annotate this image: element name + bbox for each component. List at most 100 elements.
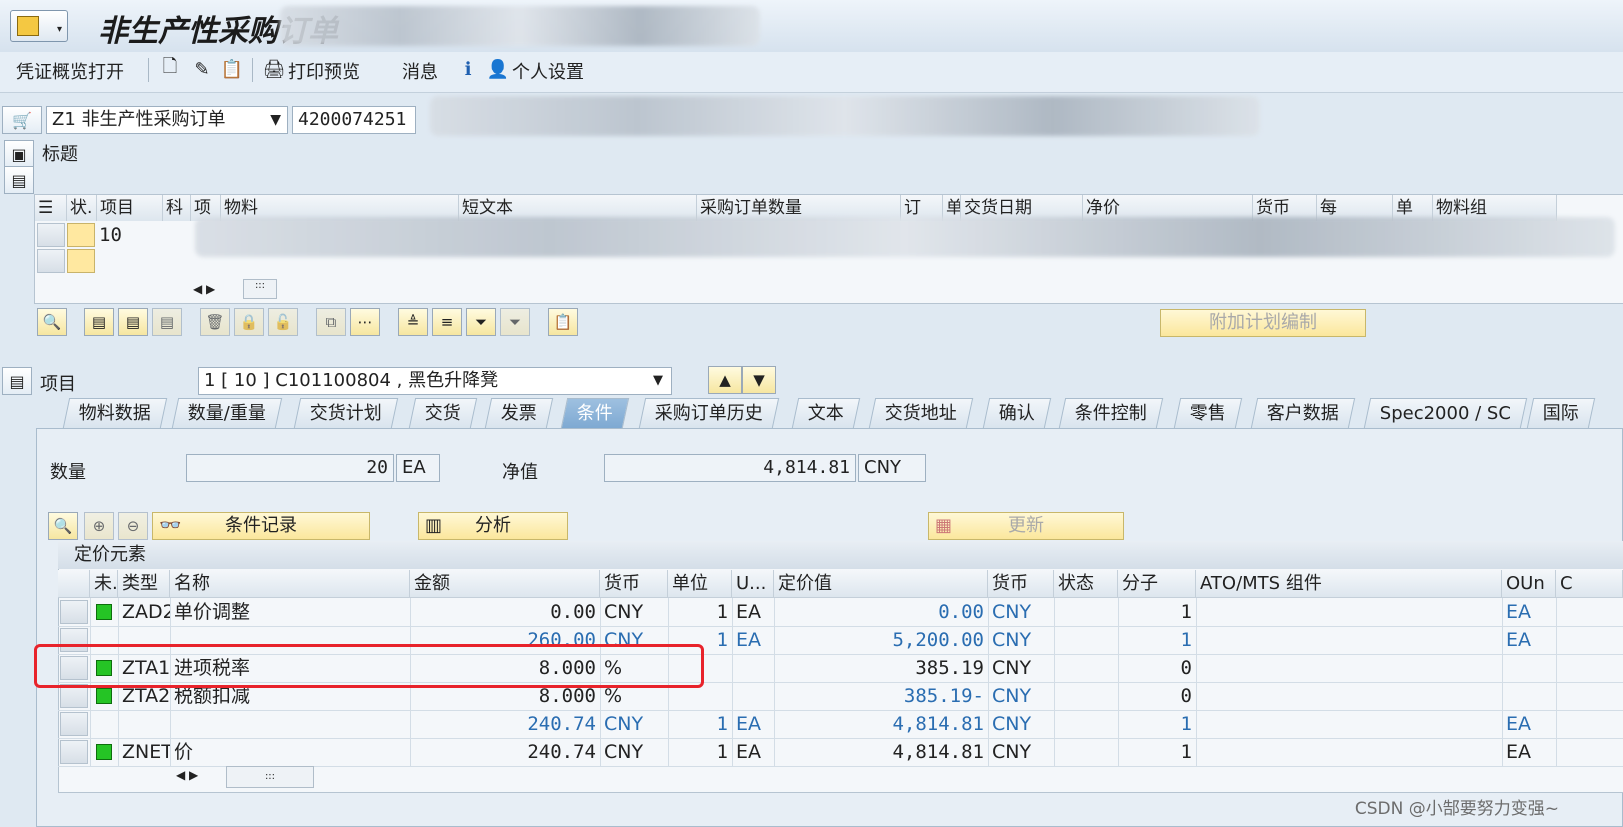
collapse-item-detail-icon[interactable]: ▤ — [2, 367, 32, 395]
extra-plan-button[interactable]: 附加计划编制 — [1160, 309, 1366, 337]
lock-icon[interactable]: 🔒 — [234, 308, 264, 336]
col-condition-value[interactable]: 定价值 — [774, 570, 988, 598]
col-uom[interactable]: U... — [732, 570, 774, 598]
pricing-cell-num: 1 — [1180, 629, 1192, 651]
tab-quantity-weight[interactable]: 数量/重量 — [171, 398, 283, 428]
update-button[interactable]: ▦ 更新 — [928, 512, 1124, 540]
insert-row-icon[interactable]: ⊕ — [84, 512, 114, 540]
grid-settings-icon[interactable]: ☰ — [35, 195, 67, 221]
row-selector[interactable] — [37, 249, 65, 273]
item-status-cell[interactable] — [67, 249, 95, 273]
column-divider — [1556, 598, 1557, 766]
col-numerator[interactable]: 分子 — [1118, 570, 1196, 598]
personal-settings-button[interactable]: 个人设置 — [512, 58, 584, 84]
split-icon[interactable]: ⋯ — [350, 308, 380, 336]
info-icon[interactable]: ℹ — [456, 56, 480, 82]
col-condition-name[interactable]: 名称 — [170, 570, 410, 598]
tab-material-data[interactable]: 物料数据 — [62, 398, 168, 428]
collapse-items-icon[interactable]: ▤ — [4, 166, 34, 194]
tab-delivery-schedule[interactable]: 交货计划 — [293, 398, 399, 428]
item-number[interactable]: 10 — [99, 223, 122, 247]
display-change-icon[interactable]: ✎ — [190, 56, 214, 82]
system-menu-button[interactable]: ▾ — [10, 10, 68, 42]
condition-detail-icon[interactable]: 🔍 — [48, 512, 78, 540]
col-per[interactable]: 单位 — [668, 570, 732, 598]
print-preview-button[interactable]: 打印预览 — [288, 58, 360, 84]
analysis-button[interactable]: ▥ 分析 — [418, 512, 568, 540]
horizontal-scroll-arrows[interactable]: ◀ ▶ — [176, 768, 198, 782]
document-overview-button[interactable]: 凭证概览打开 — [16, 58, 124, 84]
tab-delivery[interactable]: 交货 — [408, 398, 478, 428]
col-inactive[interactable]: 未. — [90, 570, 118, 598]
pricing-cell-type[interactable] — [118, 710, 170, 738]
tab-spec2000[interactable]: Spec2000 / SC — [1363, 398, 1528, 428]
copy-icon[interactable]: ⧉ — [316, 308, 346, 336]
tab-po-history[interactable]: 采购订单历史 — [638, 398, 780, 428]
col-value-currency[interactable]: 货币 — [988, 570, 1054, 598]
document-type-select[interactable]: Z1 非生产性采购订单 ▼ — [46, 106, 288, 134]
scrollbar-thumb[interactable]: ::: — [226, 766, 314, 788]
tab-international[interactable]: 国际 — [1526, 398, 1596, 428]
filter-remove-icon[interactable]: ⏷ — [500, 308, 530, 336]
row-selector[interactable] — [60, 712, 88, 736]
pricing-cell-amount[interactable]: 240.74 — [410, 710, 600, 738]
tab-customer-data[interactable]: 客户数据 — [1250, 398, 1356, 428]
column-divider — [732, 598, 733, 766]
col-oun[interactable]: OUn — [1502, 570, 1556, 598]
row-selector[interactable] — [37, 223, 65, 247]
pricing-cell-per: 1 — [716, 713, 728, 735]
delete-icon[interactable]: 🗑 — [200, 308, 230, 336]
clipboard-icon[interactable]: 📋 — [548, 308, 578, 336]
filter-icon[interactable]: ⏷ — [466, 308, 496, 336]
detail-view-icon[interactable]: 🔍 — [37, 308, 67, 336]
col-currency[interactable]: 货币 — [600, 570, 668, 598]
messages-button[interactable]: 消息 — [402, 58, 438, 84]
delete-row-icon[interactable]: ⊖ — [118, 512, 148, 540]
personal-settings-icon[interactable]: 👤 — [486, 56, 510, 82]
new-document-icon[interactable]: 🗋 — [158, 56, 182, 82]
cart-icon[interactable]: 🛒 — [2, 106, 42, 134]
pricing-cell-amount[interactable]: 0.00 — [410, 598, 600, 626]
next-item-button[interactable]: ▼ — [742, 366, 776, 394]
pricing-cell-num: 0 — [1180, 685, 1192, 707]
copy-item-icon[interactable]: ▤ — [84, 308, 114, 336]
tab-retail[interactable]: 零售 — [1173, 398, 1243, 428]
tab-conditions[interactable]: 条件 — [560, 398, 630, 428]
chevron-down-icon: ▾ — [56, 24, 62, 35]
col-status[interactable]: 状. — [67, 195, 97, 221]
tab-text[interactable]: 文本 — [791, 398, 861, 428]
pricing-cell-vcur: CNY — [992, 713, 1032, 735]
print-preview-icon[interactable]: 🖨 — [262, 56, 286, 82]
row-selector[interactable] — [60, 600, 88, 624]
unlock-icon[interactable]: 🔓 — [268, 308, 298, 336]
tab-delivery-address[interactable]: 交货地址 — [868, 398, 974, 428]
item-select[interactable]: 1 [ 10 ] C101100804 , 黑色升降凳 ▼ — [198, 367, 672, 395]
col-account[interactable]: 科 — [163, 195, 191, 221]
item-status-cell[interactable] — [67, 223, 95, 247]
pricing-cell-value: 385.19 — [915, 657, 984, 679]
po-number-field[interactable]: 4200074251 — [292, 106, 416, 134]
col-item[interactable]: 项目 — [97, 195, 163, 221]
other-document-icon[interactable]: 📋 — [220, 56, 244, 82]
expand-header-icon[interactable]: ▣ — [4, 140, 34, 168]
chevron-down-icon: ▼ — [653, 373, 663, 388]
col-status[interactable]: 状态 — [1054, 570, 1118, 598]
pricing-cell-type[interactable]: ZNET — [118, 738, 170, 766]
col-amount[interactable]: 金额 — [410, 570, 600, 598]
previous-item-button[interactable]: ▲ — [708, 366, 742, 394]
condition-record-button[interactable]: 👓 条件记录 — [152, 512, 370, 540]
pricing-cell-amount[interactable]: 240.74 — [410, 738, 600, 766]
scrollbar-thumb[interactable]: ::: — [243, 279, 277, 299]
tab-confirmation[interactable]: 确认 — [982, 398, 1052, 428]
col-more[interactable]: C — [1556, 570, 1623, 598]
copy-item-icon[interactable]: ▤ — [118, 308, 148, 336]
pricing-cell-type[interactable]: ZAD2 — [118, 598, 170, 626]
tab-invoice[interactable]: 发票 — [484, 398, 554, 428]
row-selector[interactable] — [60, 740, 88, 764]
tab-condition-control[interactable]: 条件控制 — [1058, 398, 1164, 428]
col-ato-mts[interactable]: ATO/MTS 组件 — [1196, 570, 1502, 598]
sort-ascending-icon[interactable]: ≜ — [398, 308, 428, 336]
col-condition-type[interactable]: 类型 — [118, 570, 170, 598]
copy-item-icon[interactable]: ▤ — [152, 308, 182, 336]
sort-descending-icon[interactable]: ≡ — [432, 308, 462, 336]
